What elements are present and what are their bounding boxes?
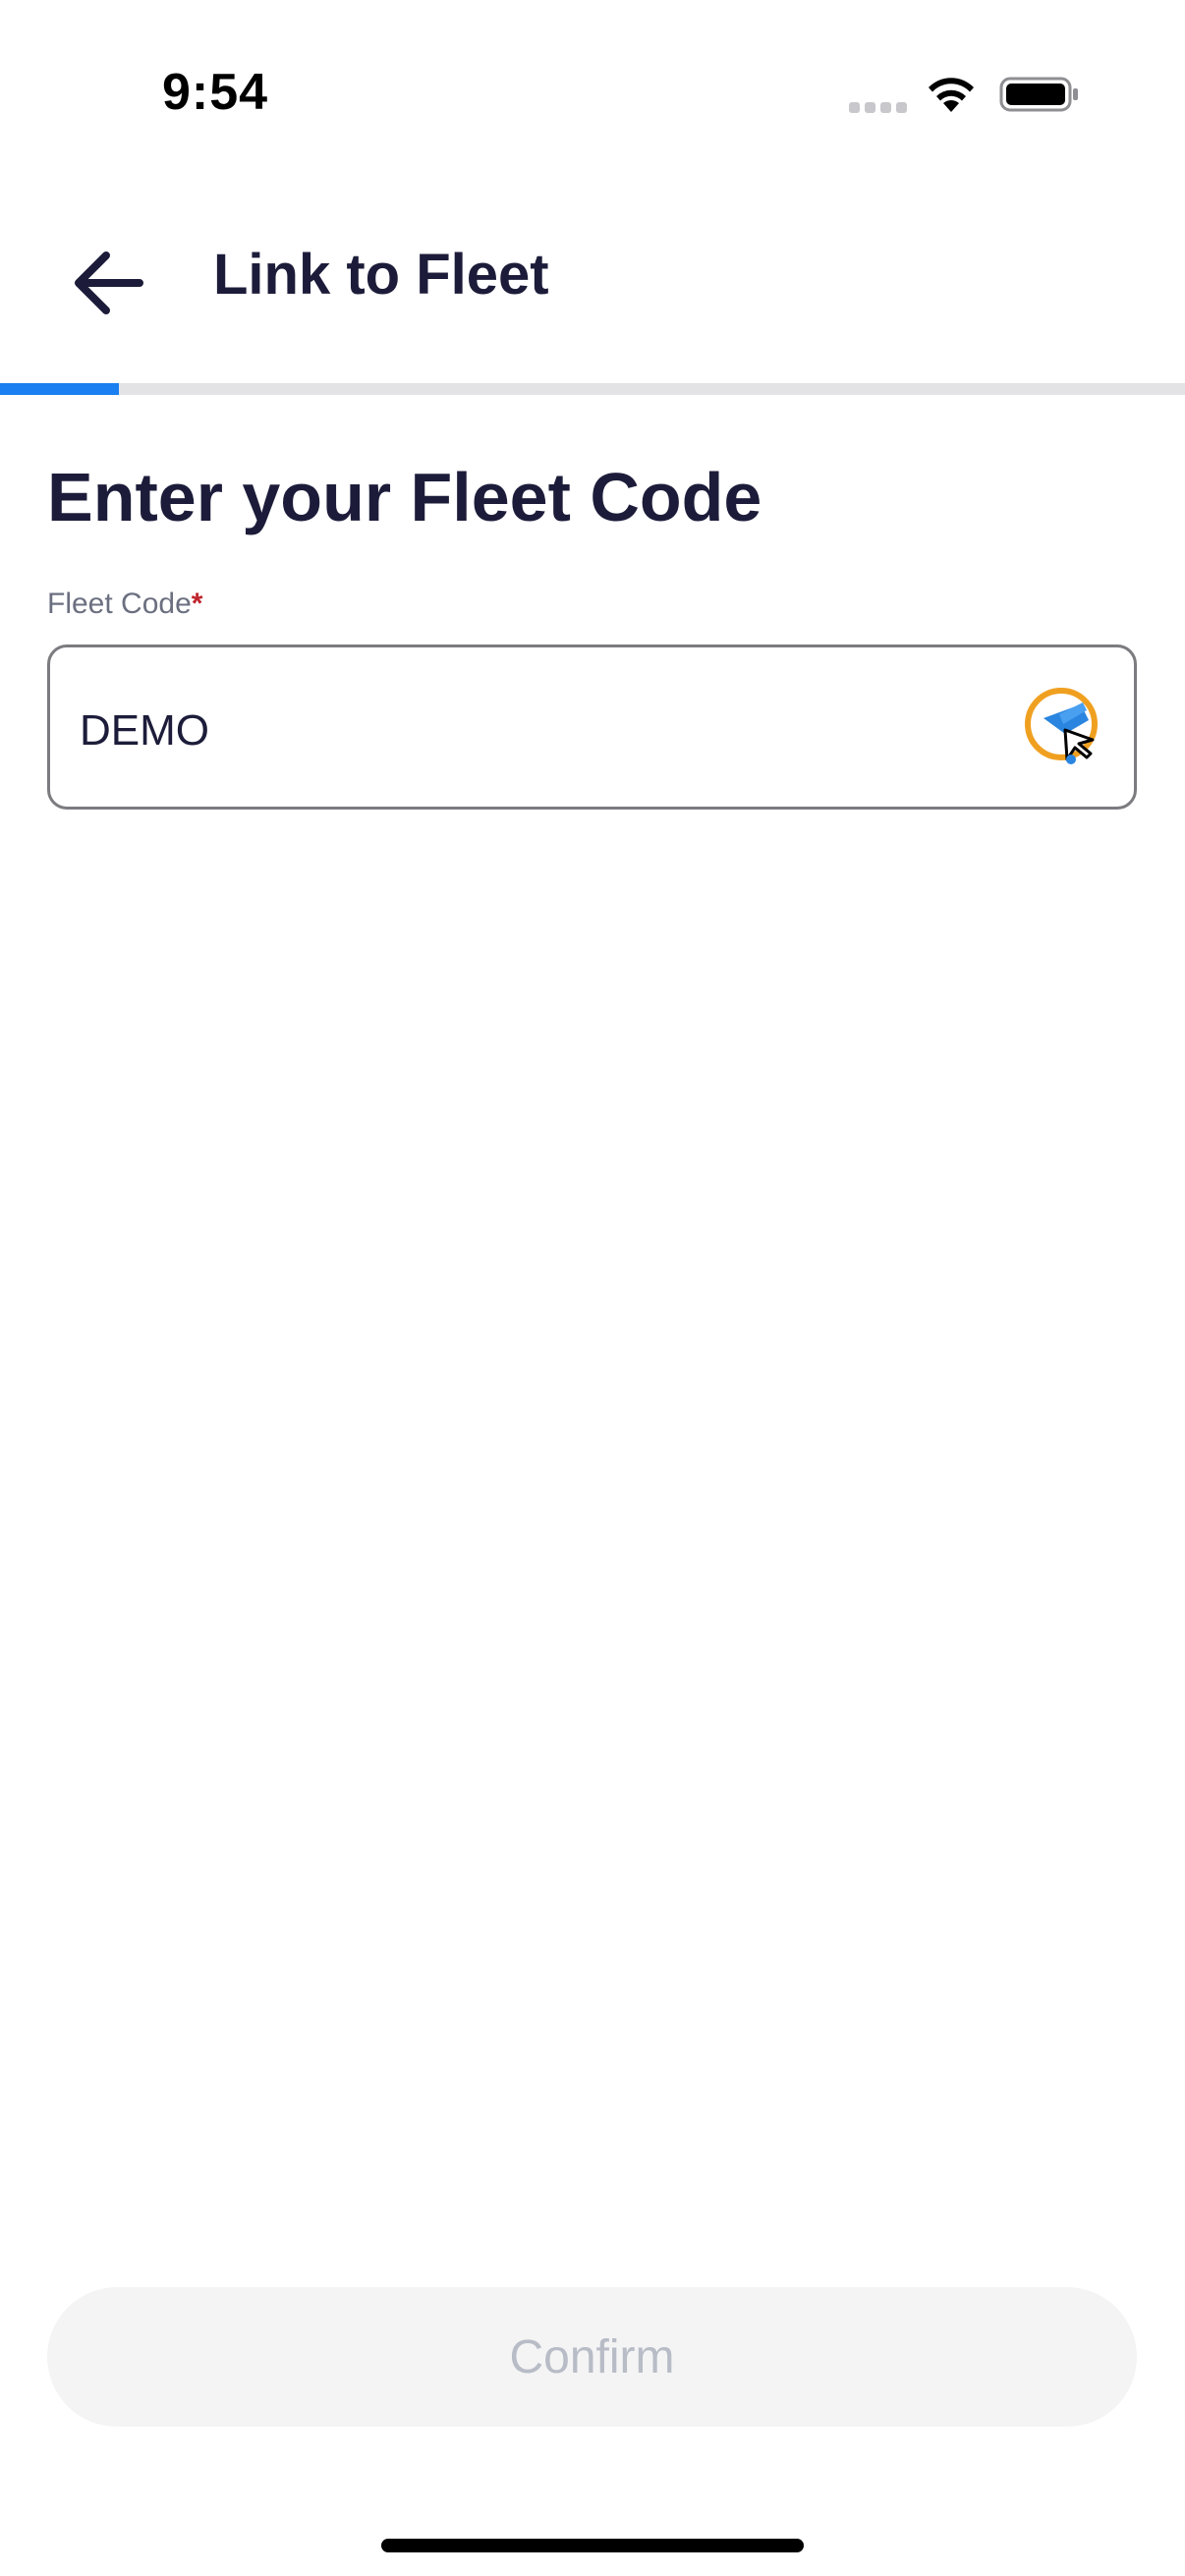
scan-icon[interactable]	[1022, 685, 1104, 767]
fleet-code-value[interactable]: DEMO	[80, 706, 209, 756]
fleet-code-label-text: Fleet Code	[47, 588, 192, 620]
progress-bar	[0, 383, 1185, 395]
battery-icon	[999, 77, 1078, 112]
form-heading: Enter your Fleet Code	[47, 459, 762, 535]
progress-fill	[0, 383, 119, 395]
arrow-left-icon	[75, 252, 143, 314]
required-marker: *	[191, 588, 203, 620]
signal-dots-icon	[849, 102, 907, 113]
wifi-icon	[929, 78, 974, 112]
fleet-code-label: Fleet Code*	[47, 588, 202, 621]
page-title: Link to Fleet	[213, 243, 549, 307]
home-indicator[interactable]	[381, 2539, 804, 2552]
confirm-button[interactable]: Confirm	[47, 2287, 1137, 2427]
fleet-code-input[interactable]: DEMO	[47, 644, 1137, 810]
status-bar: 9:54	[0, 0, 1185, 193]
back-button[interactable]	[59, 234, 157, 332]
nav-bar: Link to Fleet	[0, 193, 1185, 385]
status-time: 9:54	[162, 64, 269, 121]
